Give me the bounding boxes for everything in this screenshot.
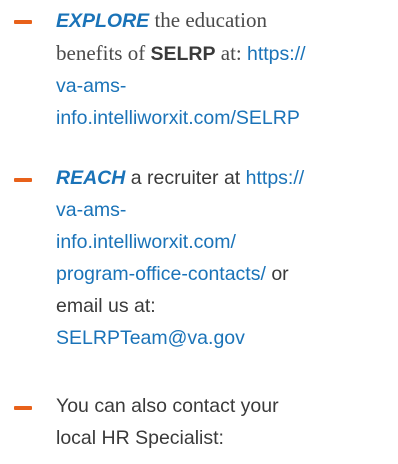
contacts-link-part-2[interactable]: va-ams-: [56, 199, 126, 221]
email-link[interactable]: SELRPTeam@va.gov: [56, 327, 245, 349]
hr-text: You can also contact your local HR Speci…: [56, 395, 279, 449]
selrp-link-part-3[interactable]: info.intelliworxit.com/SELRP: [56, 107, 300, 129]
dash-bullet: [14, 178, 32, 182]
selrp-link-part-2[interactable]: va-ams-: [56, 75, 126, 97]
dash-bullet: [14, 406, 32, 410]
dash-bullet: [14, 20, 32, 24]
contacts-link-part-3[interactable]: info.intelliworxit.com/: [56, 231, 236, 253]
reach-lead: REACH: [56, 167, 126, 189]
email-label: email us at:: [56, 295, 156, 317]
selrp-bold: SELRP: [150, 43, 216, 65]
reach-text: REACH a recruiter at https:// va-ams- in…: [56, 162, 386, 354]
explore-text: EXPLORE the education benefits of SELRP …: [56, 8, 306, 129]
selrp-link-part-1[interactable]: https://: [247, 43, 306, 65]
contacts-link-part-4[interactable]: program-office-contacts/: [56, 263, 266, 285]
explore-lead: EXPLORE: [56, 10, 150, 32]
contacts-link-part-1[interactable]: https://: [246, 167, 305, 189]
